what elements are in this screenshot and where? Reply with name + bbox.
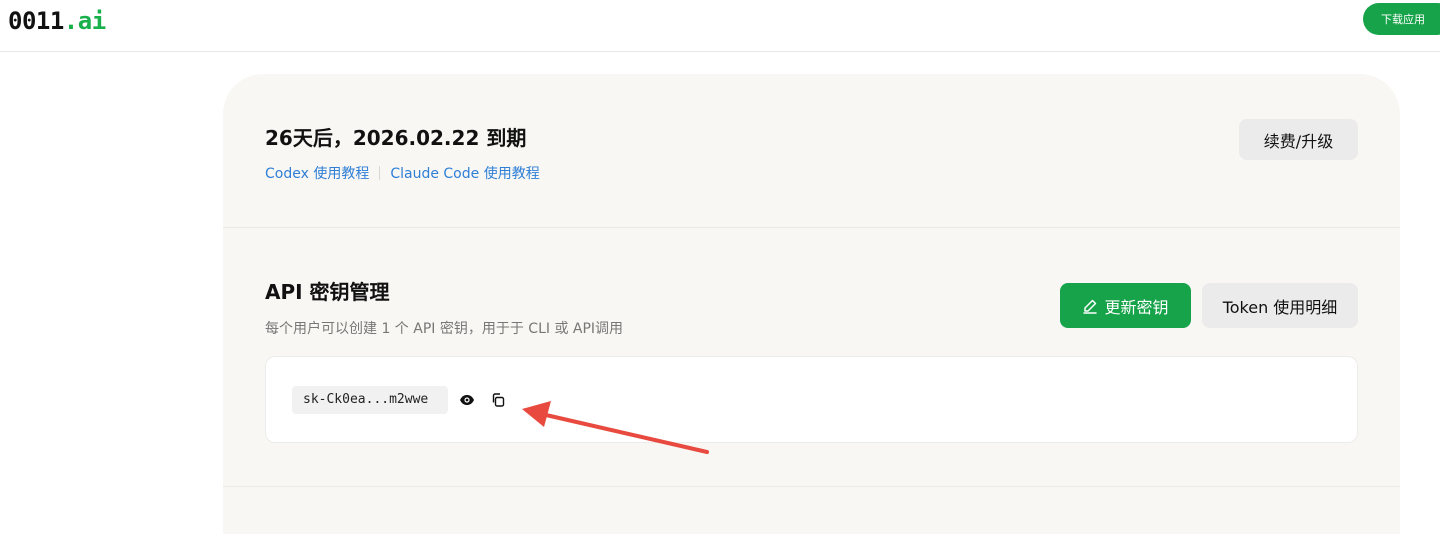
tutorial-links: Codex 使用教程 Claude Code 使用教程 (265, 163, 540, 183)
api-key-section-title: API 密钥管理 (265, 280, 390, 304)
link-separator (379, 166, 381, 180)
update-key-label: 更新密钥 (1104, 297, 1169, 317)
api-key-description: 每个用户可以创建 1 个 API 密钥，用于于 CLI 或 API调用 (265, 321, 624, 337)
copy-icon[interactable] (488, 390, 508, 410)
download-app-button[interactable]: 下载应用 (1363, 3, 1440, 35)
update-key-button[interactable]: 更新密钥 (1060, 283, 1191, 328)
eye-icon[interactable] (457, 390, 477, 410)
token-usage-button[interactable]: Token 使用明细 (1202, 283, 1358, 328)
account-card: 26天后，2026.02.22 到期 Codex 使用教程 Claude Cod… (223, 74, 1400, 534)
codex-tutorial-link[interactable]: Codex 使用教程 (265, 163, 369, 183)
expiry-text: 26天后，2026.02.22 到期 (265, 126, 527, 150)
claude-code-tutorial-link[interactable]: Claude Code 使用教程 (390, 163, 539, 183)
logo-accent: .ai (63, 7, 106, 35)
top-bar: 0011.ai 下载应用 (0, 0, 1440, 52)
api-key-value: sk-Ck0ea...m2wwe (292, 386, 448, 414)
api-key-box: sk-Ck0ea...m2wwe (265, 356, 1358, 443)
logo[interactable]: 0011.ai (8, 7, 106, 35)
edit-icon (1083, 299, 1098, 314)
section-divider (223, 227, 1400, 228)
logo-main: 0011 (8, 7, 64, 35)
section-divider (223, 486, 1400, 487)
renew-upgrade-button[interactable]: 续费/升级 (1239, 119, 1358, 160)
